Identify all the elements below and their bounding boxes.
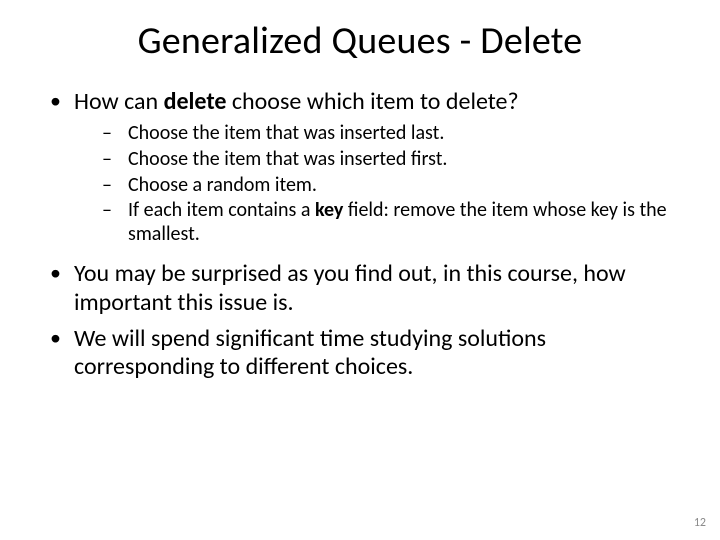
bullet-list: How can delete choose which item to dele…	[46, 88, 674, 382]
bullet-1-post: choose which item to delete?	[226, 87, 518, 116]
page-number: 12	[694, 516, 706, 530]
sub-bullet-list: Choose the item that was inserted last. …	[74, 122, 674, 246]
bullet-3: We will spend significant time studying …	[46, 325, 674, 382]
bullet-1-bold: delete	[164, 87, 227, 116]
slide-body: How can delete choose which item to dele…	[0, 64, 720, 382]
sub-bullet-3: Choose a random item.	[100, 174, 674, 198]
sub-bullet-2: Choose the item that was inserted first.	[100, 148, 674, 172]
bullet-2: You may be surprised as you find out, in…	[46, 260, 674, 317]
slide: Generalized Queues - Delete How can dele…	[0, 0, 720, 540]
sub-bullet-1: Choose the item that was inserted last.	[100, 122, 674, 146]
bullet-1-pre: How can	[74, 87, 164, 116]
bullet-1: How can delete choose which item to dele…	[46, 88, 674, 246]
sub-bullet-4-pre: If each item contains a	[128, 198, 315, 222]
slide-title: Generalized Queues - Delete	[0, 0, 720, 64]
sub-bullet-4-bold: key	[315, 198, 343, 222]
sub-bullet-4: If each item contains a key field: remov…	[100, 199, 674, 246]
